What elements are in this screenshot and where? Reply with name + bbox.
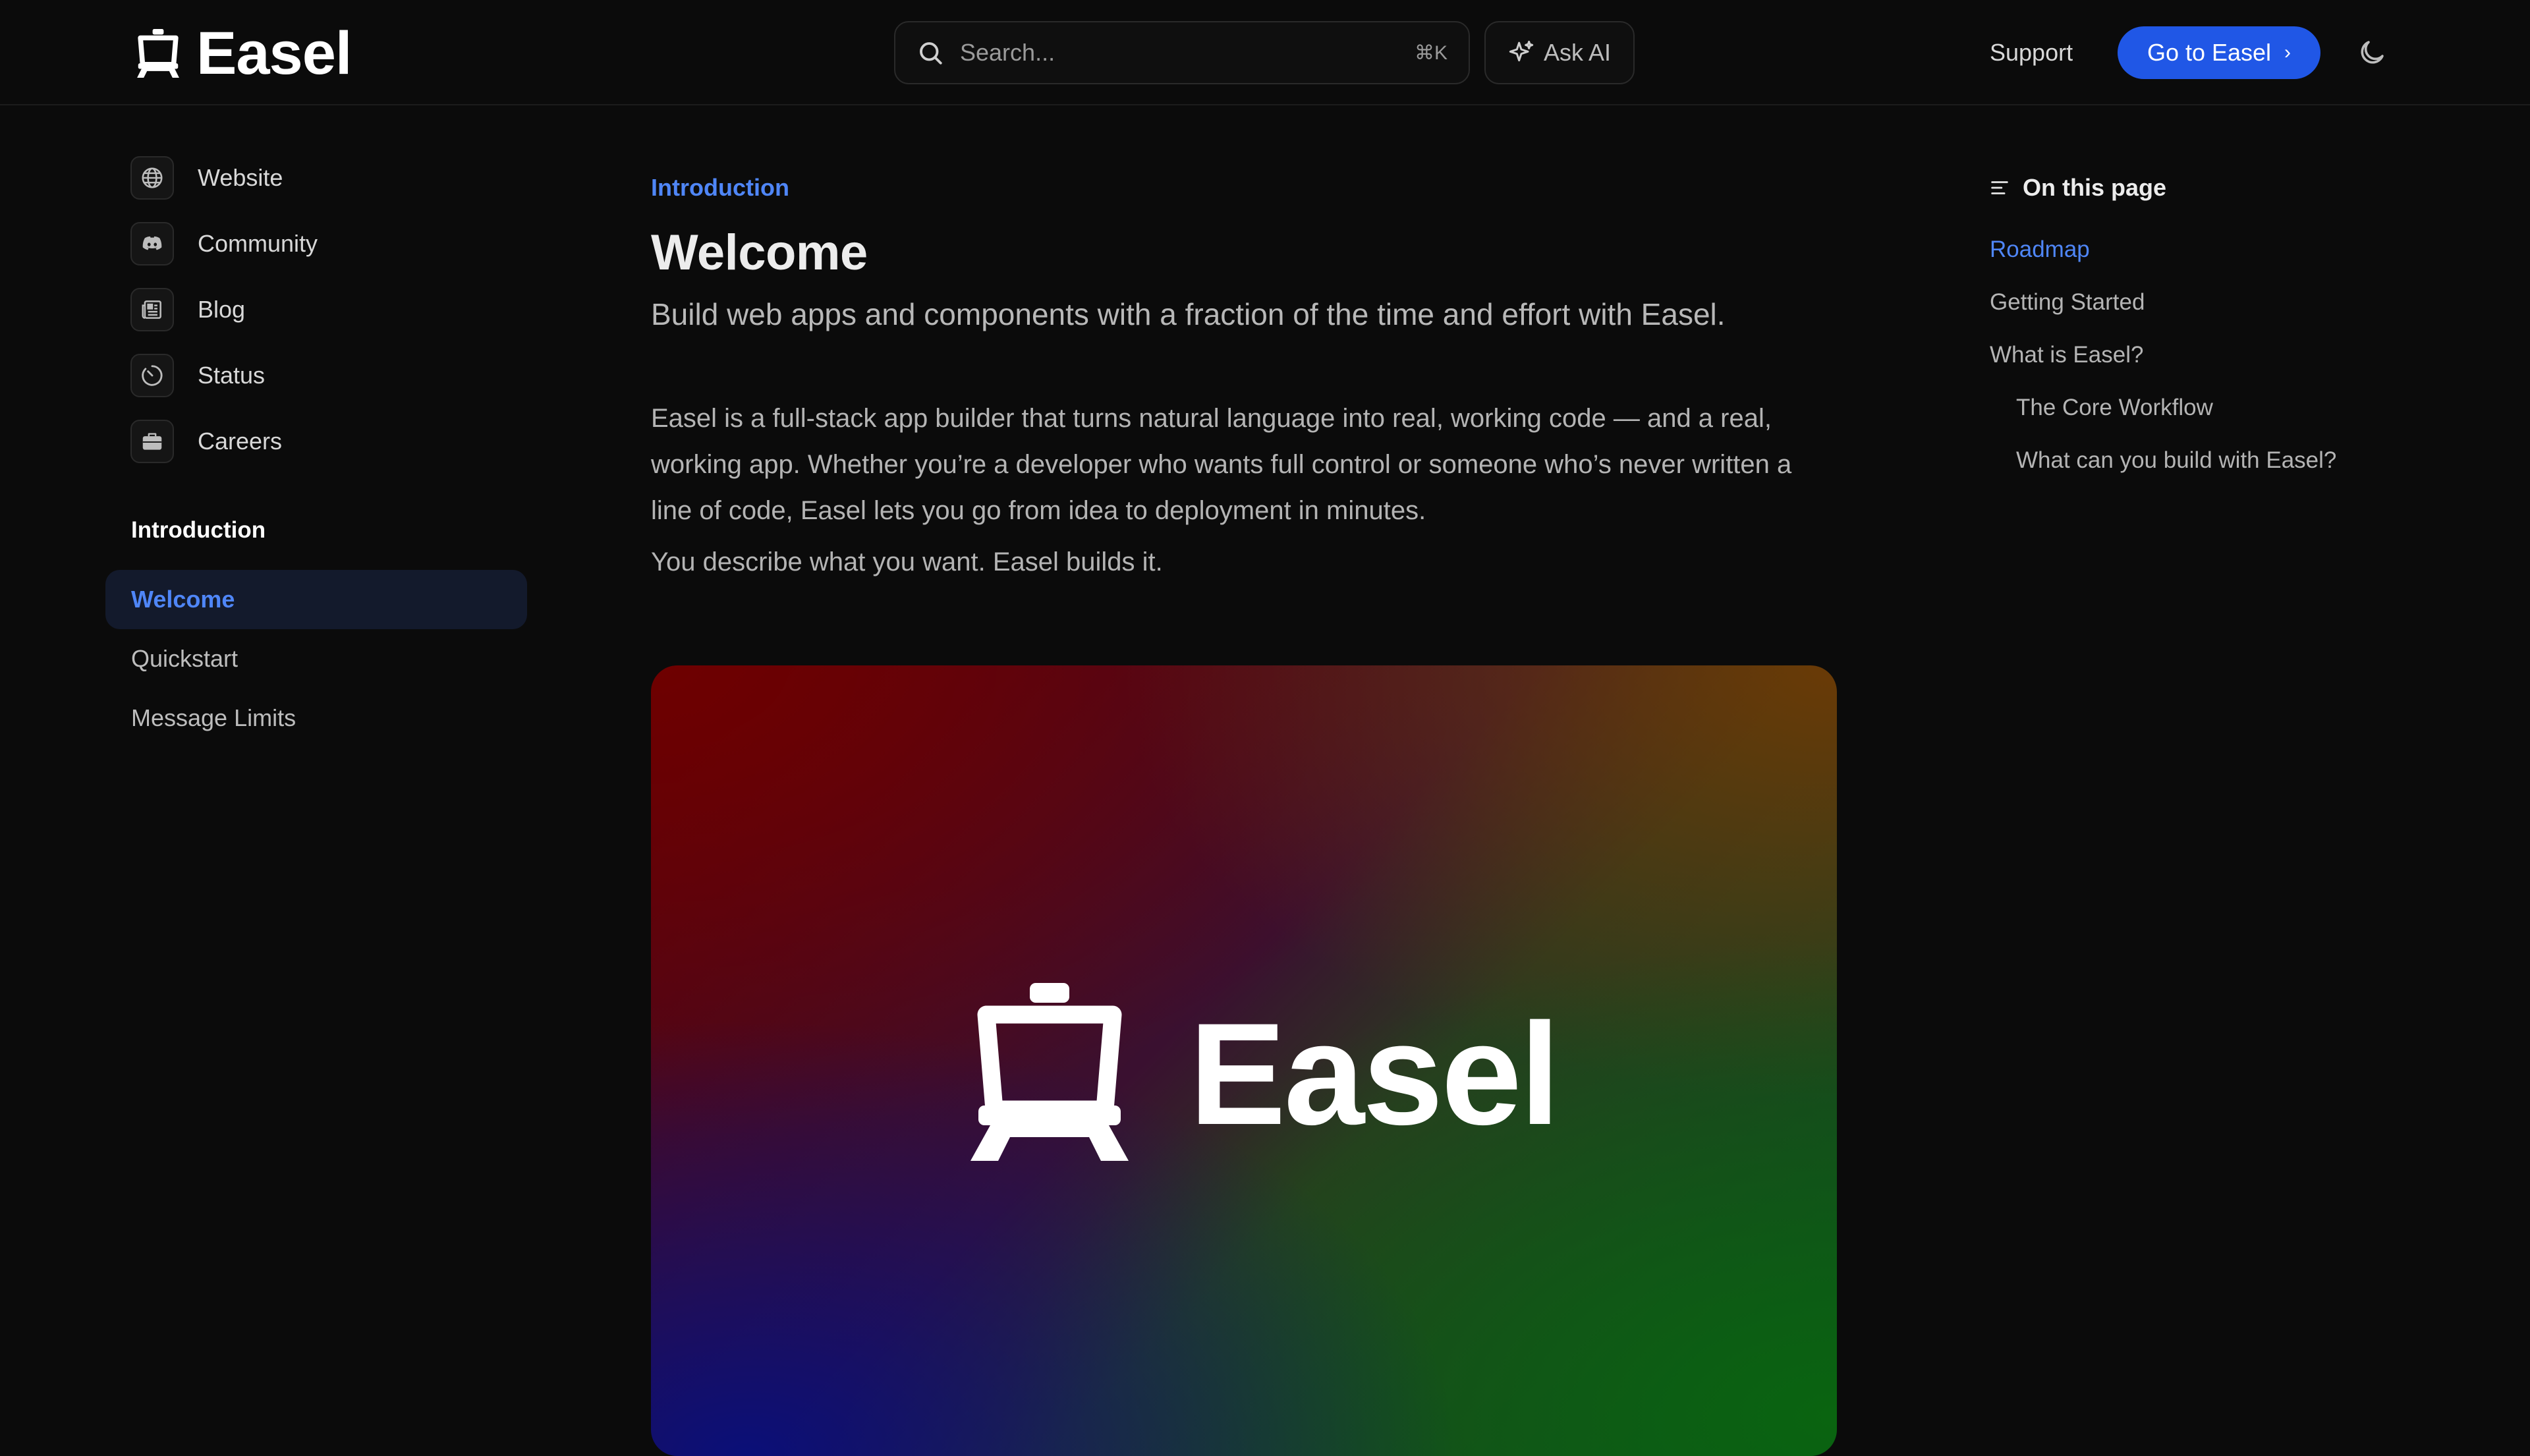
list-icon — [1991, 181, 2008, 194]
support-link[interactable]: Support — [1990, 36, 2073, 70]
table-of-contents: On this page Roadmap Getting Started Wha… — [1988, 105, 2450, 698]
sidebar-link-website[interactable]: Website — [130, 156, 283, 200]
toc-item-core-workflow[interactable]: The Core Workflow — [2016, 393, 2213, 423]
sidebar-link-label: Blog — [198, 296, 246, 323]
intro-paragraph: Easel is a full-stack app builder that t… — [651, 404, 1792, 525]
hero-brand-name: Easel — [1189, 993, 1560, 1155]
toc-header: On this page — [1988, 174, 2166, 202]
moon-icon[interactable] — [2356, 37, 2388, 69]
search-icon — [920, 42, 942, 65]
toc-title: On this page — [2023, 174, 2167, 201]
brand-logo[interactable]: Easel — [130, 20, 352, 87]
clock-icon — [130, 354, 174, 397]
hero-logo: Easel — [951, 975, 1560, 1173]
sidebar-link-label: Website — [198, 164, 283, 191]
easel-icon — [137, 29, 179, 78]
sidebar-link-careers[interactable]: Careers — [130, 420, 282, 463]
go-to-easel-button[interactable]: Go to Easel › — [2118, 26, 2320, 79]
toc-item-what-can-you-build[interactable]: What can you build with Easel? — [2016, 445, 2336, 476]
page-title: Welcome — [651, 225, 868, 281]
sidebar-item-quickstart[interactable]: Quickstart — [105, 629, 527, 688]
main-content: Introduction Welcome Build web apps and … — [651, 105, 1837, 1456]
search-shortcut: ⌘K — [1414, 42, 1448, 64]
sidebar-link-label: Careers — [198, 428, 283, 455]
sidebar-link-status[interactable]: Status — [130, 354, 265, 397]
top-header: Easel ⌘K Ask AI Support Go to Easel › — [0, 0, 2530, 105]
page-subtitle: Build web apps and components with a fra… — [651, 297, 1726, 331]
briefcase-icon — [130, 420, 174, 463]
ask-ai-label: Ask AI — [1543, 39, 1612, 66]
toc-item-getting-started[interactable]: Getting Started — [1990, 287, 2145, 318]
sparkle-icon — [1509, 40, 1534, 62]
easel-icon — [970, 983, 1129, 1161]
left-sidebar: Website Community Blog Status Careers In… — [0, 105, 567, 1423]
breadcrumb[interactable]: Introduction — [651, 174, 789, 202]
sidebar-link-blog[interactable]: Blog — [130, 288, 245, 331]
search-input[interactable] — [959, 38, 1415, 67]
hero-banner: Easel — [651, 665, 1837, 1456]
sidebar-link-label: Community — [198, 230, 318, 257]
ask-ai-button[interactable]: Ask AI — [1484, 21, 1635, 84]
brand-name: Easel — [196, 20, 352, 87]
toc-item-what-is-easel[interactable]: What is Easel? — [1990, 340, 2143, 370]
sidebar-item-message-limits[interactable]: Message Limits — [105, 688, 527, 748]
globe-icon — [130, 156, 174, 200]
chevron-right-icon: › — [2284, 42, 2291, 63]
search-box[interactable]: ⌘K — [894, 21, 1470, 84]
nav-section-title: Introduction — [131, 517, 266, 543]
sidebar-link-label: Status — [198, 362, 266, 389]
newspaper-icon — [130, 288, 174, 331]
sidebar-link-community[interactable]: Community — [130, 222, 318, 266]
cta-label: Go to Easel — [2147, 39, 2272, 66]
tagline-paragraph: You describe what you want. Easel builds… — [651, 547, 1163, 576]
discord-icon — [130, 222, 174, 266]
sidebar-item-welcome[interactable]: Welcome — [105, 570, 527, 629]
toc-item-roadmap[interactable]: Roadmap — [1990, 235, 2090, 265]
